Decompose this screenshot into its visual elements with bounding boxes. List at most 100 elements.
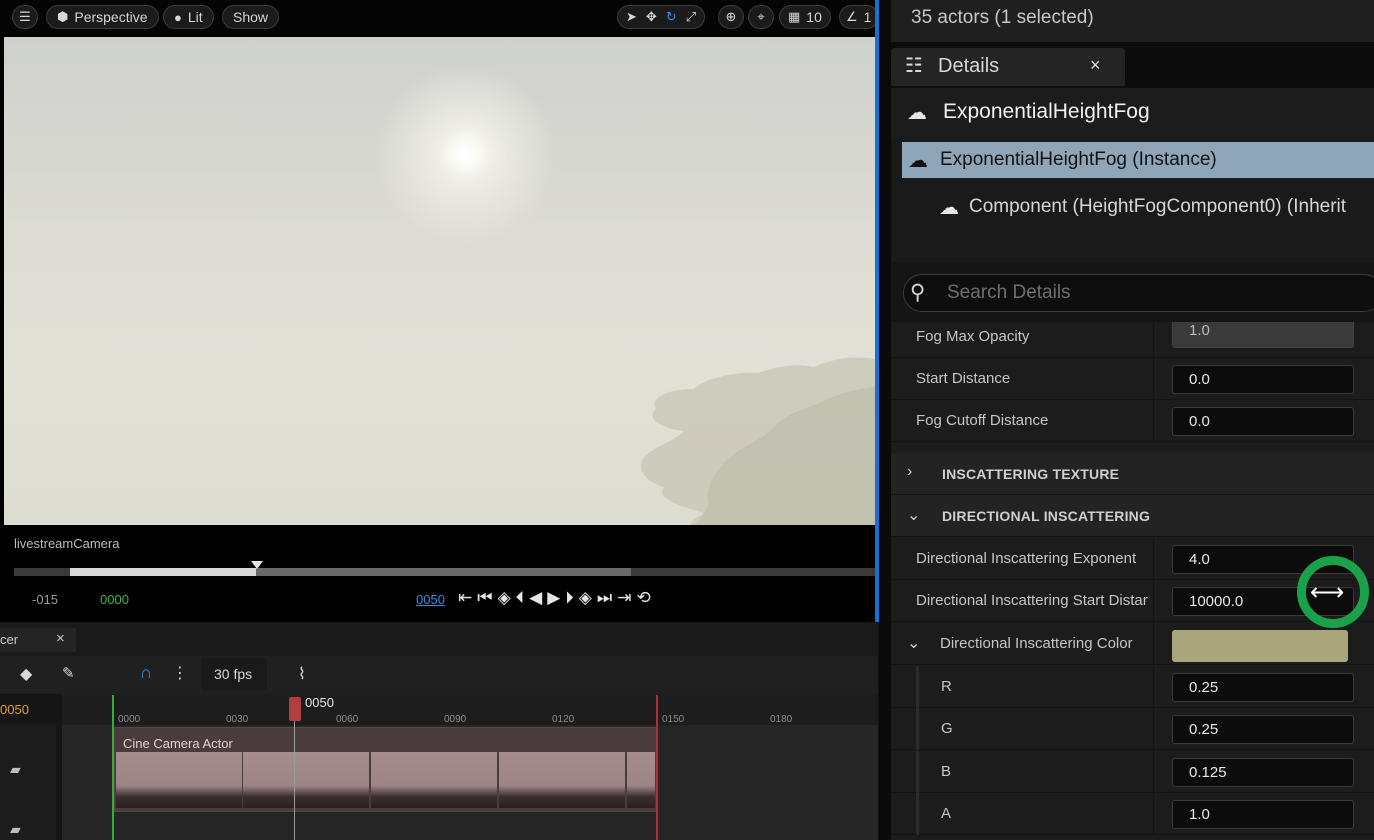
lit-button[interactable]: ● Lit xyxy=(163,5,214,29)
angle-snap-value: 1 xyxy=(863,9,872,25)
snap-icon: ⌖ xyxy=(757,9,765,24)
property-label: Directional Inscattering Start Distar xyxy=(916,592,1148,609)
playback-end-marker[interactable] xyxy=(656,695,658,840)
property-row-color-g: G 0.25 xyxy=(891,708,1374,750)
column-divider xyxy=(1153,793,1154,835)
property-value-field[interactable]: 0.125 xyxy=(1172,758,1354,787)
show-button[interactable]: Show xyxy=(222,5,280,29)
transport-controls: ⇤ ⏮ ◈ ⏴ ◀ ▶ ⏵ ◈ ⏭ ⇥ ⟲ xyxy=(458,588,651,608)
jump-end-icon[interactable]: ⇥ xyxy=(617,588,631,608)
ruler-tick: 0120 xyxy=(552,714,575,725)
next-key-icon[interactable]: ⏭ xyxy=(597,588,612,608)
curve-editor-icon[interactable]: ⌇ xyxy=(298,664,306,684)
property-value-field[interactable]: 1.0 xyxy=(1172,322,1354,348)
property-label: A xyxy=(941,805,952,822)
angle-snap-button[interactable]: ∠ 1 xyxy=(839,5,879,29)
object-name: ExponentialHeightFog xyxy=(943,100,1150,123)
globe-icon: ⊕ xyxy=(725,9,737,24)
property-label: B xyxy=(941,763,952,780)
playback-start-marker[interactable] xyxy=(112,695,114,840)
play-reverse-icon[interactable]: ◀ xyxy=(529,588,542,608)
play-icon[interactable]: ▶ xyxy=(547,588,560,608)
scrub-handle[interactable] xyxy=(251,561,263,569)
chevron-down-icon[interactable]: ⌄ xyxy=(907,633,920,653)
component-tree-label[interactable]: Component (HeightFogComponent0) (Inherit xyxy=(969,196,1346,218)
current-frame: 0050 xyxy=(0,702,29,717)
ruler-tick: 0180 xyxy=(770,714,793,725)
ruler-tick: 0060 xyxy=(336,714,359,725)
property-value-field[interactable]: 1.0 xyxy=(1172,800,1354,829)
grid-snap-button[interactable]: ▦ 10 xyxy=(779,5,831,29)
actors-status: 35 actors (1 selected) xyxy=(911,7,1094,28)
details-tab-close[interactable]: × xyxy=(1090,55,1101,76)
ruler-tick: 0090 xyxy=(444,714,467,725)
sequencer-toolbar: ◆ ✎ ∩ ⋮ 30 fps ⌇ xyxy=(0,656,878,694)
grid-icon: ▦ xyxy=(788,9,801,24)
clip-thumbnail xyxy=(371,752,497,808)
camera-track-icon[interactable]: ▰ xyxy=(10,761,21,778)
property-value-field[interactable]: 0.0 xyxy=(1172,365,1354,394)
viewport-toolbar: ☰ ⬢ Perspective ● Lit Show ➤ ✥ ↻ ⤢ ⊕ ⌖ ▦… xyxy=(0,0,879,34)
surface-snap-button[interactable]: ⌖ xyxy=(748,5,774,29)
jump-start-icon[interactable]: ⇤ xyxy=(458,588,472,608)
more-options-icon[interactable]: ⋮ xyxy=(172,663,188,683)
sequencer-tab[interactable]: cer × xyxy=(0,628,76,652)
details-sliders-icon: ☷ xyxy=(905,55,923,77)
column-divider xyxy=(1153,580,1154,622)
move-icon[interactable]: ✥ xyxy=(646,9,657,25)
time-ruler[interactable]: 0000 0030 0060 0090 0120 0150 0180 xyxy=(62,694,878,725)
property-label: G xyxy=(941,720,953,737)
property-label: Directional Inscattering Exponent xyxy=(916,550,1137,567)
ruler-tick: 0000 xyxy=(118,714,141,725)
resize-horizontal-cursor-icon: ⟷ xyxy=(1310,579,1345,606)
clip-thumbnail xyxy=(116,752,242,808)
angle-icon: ∠ xyxy=(846,9,858,24)
step-back-icon[interactable]: ⏴ xyxy=(516,588,525,608)
component-tree-label: ExponentialHeightFog (Instance) xyxy=(940,149,1217,170)
section-directional-inscattering[interactable]: ⌄ DIRECTIONAL INSCATTERING xyxy=(891,495,1374,537)
section-inscattering-texture[interactable]: › INSCATTERING TEXTURE xyxy=(891,453,1374,495)
property-value-field[interactable]: 0.25 xyxy=(1172,673,1354,702)
world-local-button[interactable]: ⊕ xyxy=(718,5,744,29)
camera-clip[interactable]: Cine Camera Actor xyxy=(114,727,657,812)
next-keyframe-icon[interactable]: ◈ xyxy=(579,588,592,608)
property-row-color-a: A 1.0 xyxy=(891,793,1374,835)
rotate-icon[interactable]: ↻ xyxy=(666,9,677,25)
column-divider xyxy=(1153,358,1154,400)
perspective-label: Perspective xyxy=(74,9,148,25)
edit-pencil-icon[interactable]: ✎ xyxy=(62,664,75,682)
property-value-field[interactable]: 0.0 xyxy=(1172,407,1354,436)
key-icon[interactable]: ◆ xyxy=(20,664,32,684)
color-swatch[interactable] xyxy=(1172,630,1348,662)
sequencer-tab-close[interactable]: × xyxy=(56,630,65,647)
chevron-right-icon: › xyxy=(907,463,913,480)
scale-icon[interactable]: ⤢ xyxy=(686,9,696,25)
sequencer-tab-label: cer xyxy=(0,632,19,647)
panel-splitter[interactable] xyxy=(879,0,891,840)
property-label: Fog Max Opacity xyxy=(916,328,1030,345)
camera-track-icon[interactable]: ▰ xyxy=(10,821,21,838)
prev-keyframe-icon[interactable]: ◈ xyxy=(498,588,511,608)
property-label: Start Distance xyxy=(916,370,1011,387)
step-forward-icon[interactable]: ⏵ xyxy=(565,588,574,608)
grid-snap-value: 10 xyxy=(806,9,822,25)
property-value-field[interactable]: 0.25 xyxy=(1172,715,1354,744)
section-title: DIRECTIONAL INSCATTERING xyxy=(942,508,1151,524)
viewport-scene[interactable] xyxy=(4,37,875,525)
show-label: Show xyxy=(233,9,269,25)
viewport-menu-button[interactable]: ☰ xyxy=(12,5,38,29)
column-divider xyxy=(1153,322,1154,358)
lit-label: Lit xyxy=(187,9,203,25)
column-divider xyxy=(1153,666,1154,708)
snap-magnet-icon[interactable]: ∩ xyxy=(140,663,152,683)
property-row-start-distance: Start Distance 0.0 xyxy=(891,358,1374,400)
property-label: Fog Cutoff Distance xyxy=(916,412,1049,429)
search-icon: ⚲ xyxy=(910,281,926,304)
select-arrow-icon[interactable]: ➤ xyxy=(626,9,637,25)
timecode-playhead[interactable]: 0050 xyxy=(416,592,445,607)
property-row-directional-color: ⌄ Directional Inscattering Color xyxy=(891,623,1374,665)
playhead-handle[interactable] xyxy=(289,697,301,721)
prev-key-icon[interactable]: ⏮ xyxy=(477,588,492,608)
loop-icon[interactable]: ⟲ xyxy=(636,588,650,608)
perspective-button[interactable]: ⬢ Perspective xyxy=(46,5,159,29)
